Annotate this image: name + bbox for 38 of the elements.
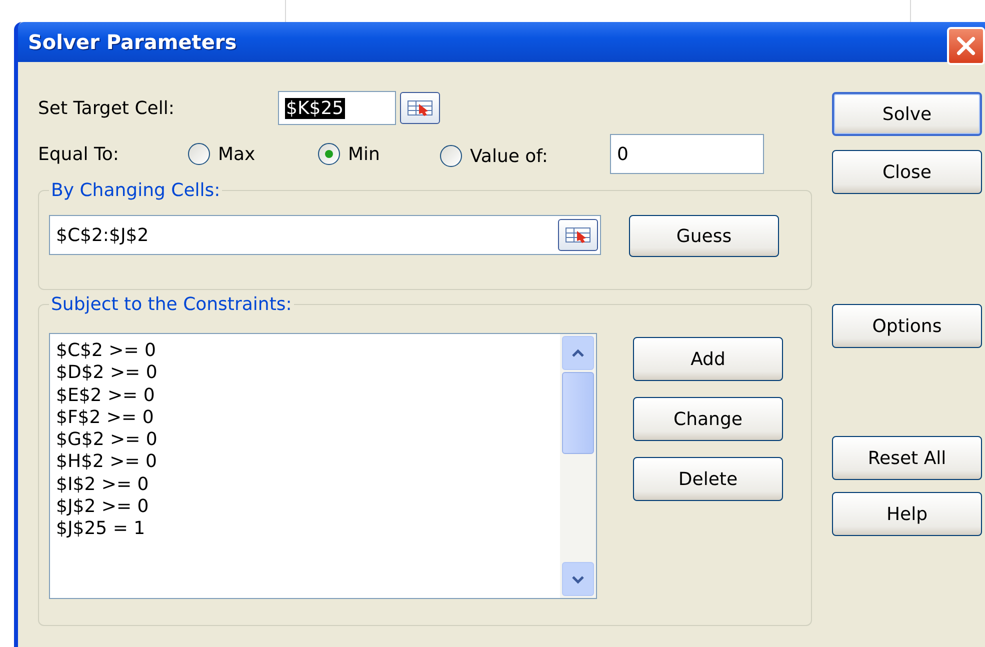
window-title: Solver Parameters — [28, 30, 237, 54]
target-cell-field[interactable]: $K$25 — [278, 91, 396, 125]
list-item[interactable]: $E$2 >= 0 — [56, 384, 560, 407]
list-item[interactable]: $J$2 >= 0 — [56, 496, 560, 518]
scrollbar[interactable] — [560, 334, 596, 598]
field-label: Equal To: — [38, 144, 120, 164]
dialog-button[interactable]: Reset All — [832, 436, 982, 480]
range-picker-button[interactable] — [558, 219, 598, 251]
list-item[interactable]: $H$2 >= 0 — [56, 451, 560, 474]
range-picker-button[interactable] — [400, 92, 440, 124]
group-label: By Changing Cells: — [50, 180, 222, 201]
constraint-button[interactable]: Change — [633, 397, 783, 441]
range-picker-icon — [406, 98, 434, 118]
scroll-thumb[interactable] — [562, 372, 594, 454]
list-item[interactable]: $J$25 = 1 — [56, 518, 560, 541]
dialog-button[interactable]: Solve — [832, 92, 982, 136]
constraint-button[interactable]: Delete — [633, 457, 783, 501]
radio-option[interactable]: Max — [188, 143, 318, 165]
dialog-button[interactable]: Help — [832, 492, 982, 536]
list-item[interactable]: $F$2 >= 0 — [56, 406, 560, 430]
list-item[interactable]: $I$2 >= 0 — [56, 474, 560, 496]
list-item[interactable]: $G$2 >= 0 — [56, 429, 560, 452]
radio-option[interactable]: Value of: — [440, 132, 610, 180]
guess-button[interactable]: Guess — [629, 215, 779, 257]
range-picker-icon — [564, 225, 592, 245]
radio-option[interactable]: Min — [318, 136, 440, 172]
field-label: Set Target Cell: — [38, 98, 176, 118]
constraints-list[interactable]: $C$2 >= 0 $D$2 >= 0 $E$2 >= 0 $F$2 >= 0 $G$2 >= 0 $H$2 >= 0 $I$2 >= 0 $J$2 >= 0 $J$25 = 1 — [49, 333, 597, 599]
dialog-button[interactable]: Options — [832, 304, 982, 348]
value-field[interactable]: 0 — [610, 134, 764, 174]
dialog-button[interactable]: Close — [832, 150, 982, 194]
close-icon — [954, 34, 978, 58]
list-item[interactable]: $D$2 >= 0 — [56, 362, 560, 385]
constraint-button[interactable]: Add — [633, 337, 783, 381]
group-label: Subject to the Constraints: — [50, 294, 293, 315]
list-item[interactable]: $C$2 >= 0 — [56, 340, 560, 362]
close-button[interactable] — [947, 27, 985, 65]
changing-cells-field[interactable]: $C$2:$J$2 — [49, 215, 601, 255]
